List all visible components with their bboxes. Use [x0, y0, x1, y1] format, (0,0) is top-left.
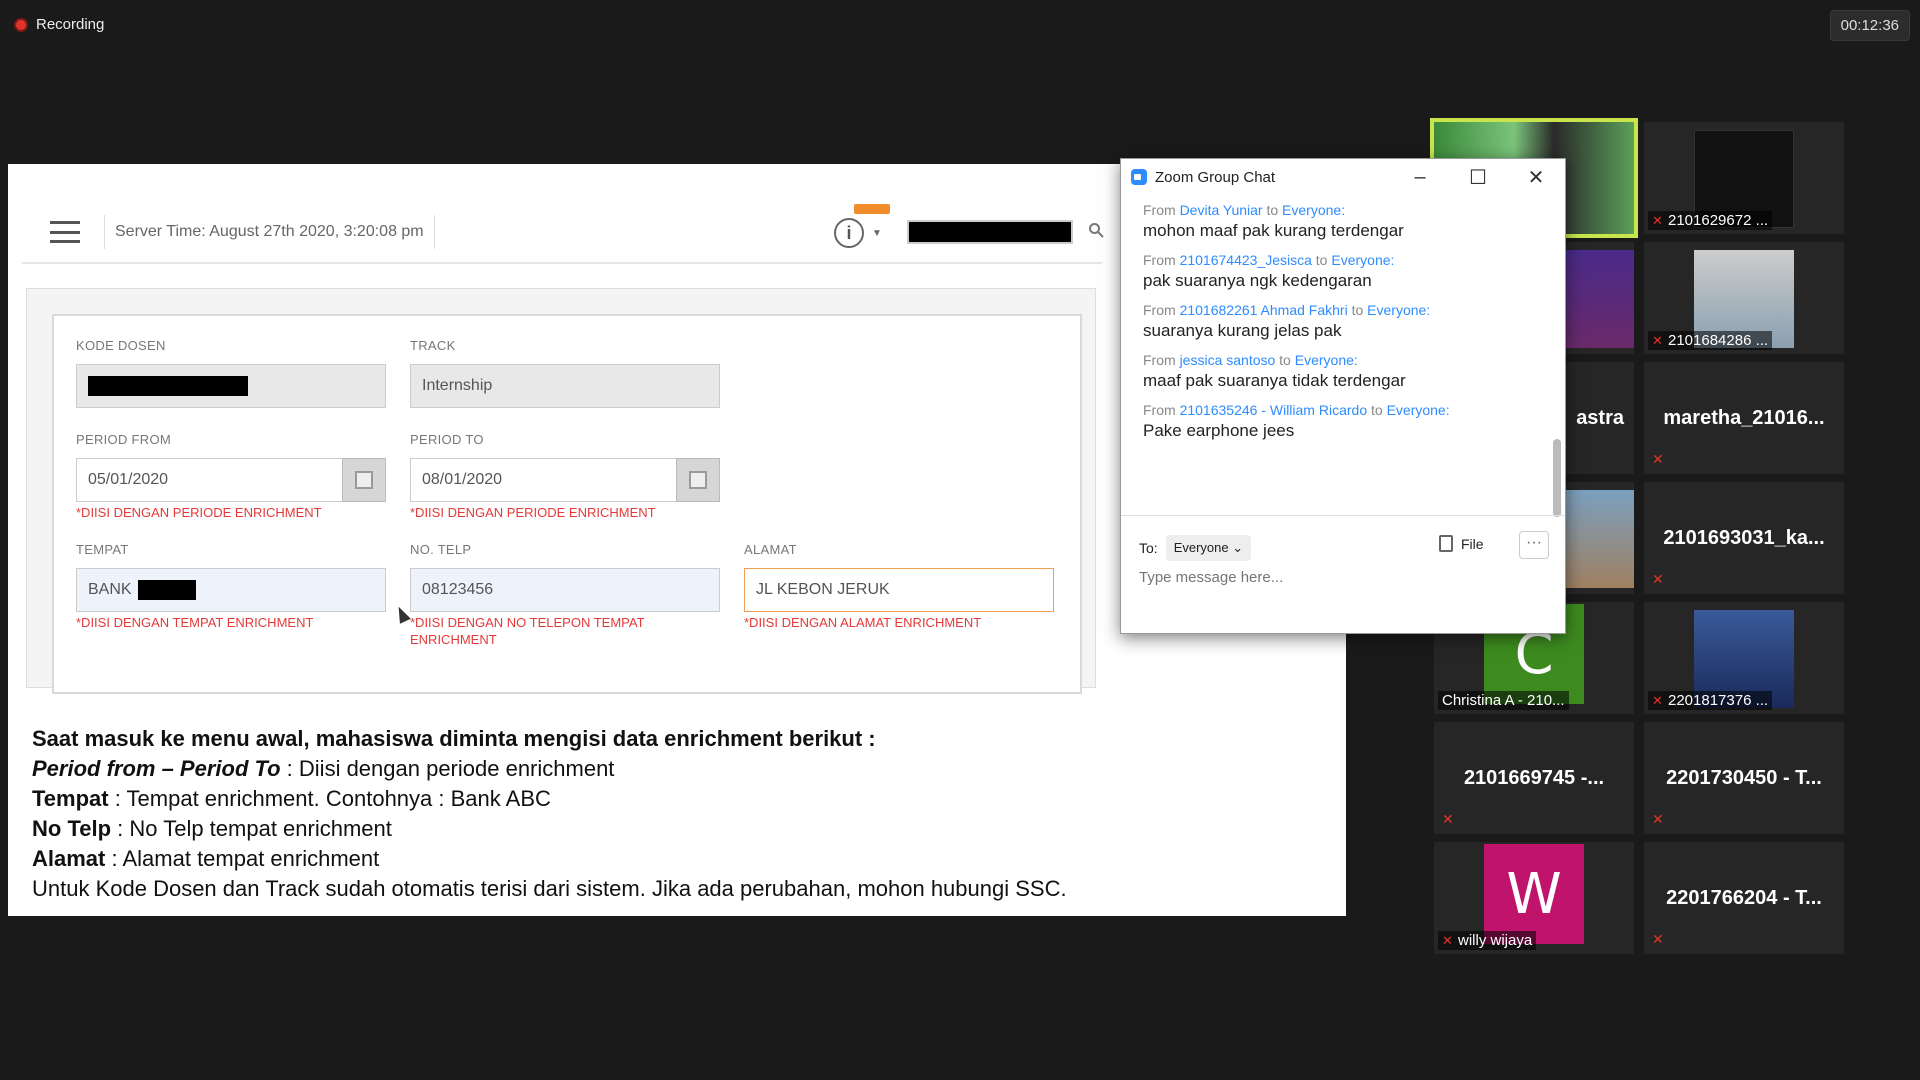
minimize-button[interactable]: – — [1391, 159, 1449, 195]
tempat-label: TEMPAT — [76, 542, 129, 557]
mic-muted-icon: ✕ — [1652, 332, 1663, 348]
redacted-value — [137, 580, 196, 600]
chat-message: From 2101635246 - William Ricardo to Eve… — [1143, 402, 1450, 440]
participant-tile[interactable]: ✕ 2201817376 ... — [1644, 602, 1844, 714]
mic-muted-icon: ✕ — [1652, 811, 1664, 827]
participant-name: 2101669745 -... — [1463, 766, 1605, 789]
calendar-icon[interactable] — [676, 458, 720, 502]
no-telp-input[interactable]: 08123456 — [410, 568, 720, 612]
participant-name: ✕ 2101629672 ... — [1648, 211, 1773, 230]
track-field: Internship — [410, 364, 720, 408]
file-button[interactable]: File — [1439, 535, 1484, 552]
maximize-button[interactable]: ☐ — [1449, 159, 1507, 195]
chat-message: From Devita Yuniar to Everyone: mohon ma… — [1143, 202, 1404, 240]
no-telp-error: *DIISI DENGAN NO TELEPON TEMPAT ENRICHME… — [410, 615, 645, 647]
chat-title: Zoom Group Chat — [1155, 168, 1276, 186]
slide-instructions: Saat masuk ke menu awal, mahasiswa dimin… — [32, 724, 1067, 904]
participant-name: maretha_21016... — [1663, 406, 1825, 429]
period-to-label: PERIOD TO — [410, 432, 484, 447]
chevron-down-icon[interactable]: ▼ — [872, 228, 882, 239]
meeting-timer: 00:12:36 — [1829, 10, 1910, 41]
kode-dosen-label: KODE DOSEN — [76, 338, 166, 353]
participant-tile[interactable]: 2101669745 -... ✕ — [1434, 722, 1634, 834]
participant-avatar: W — [1484, 844, 1584, 944]
participant-name: ✕ 2101684286 ... — [1648, 331, 1773, 350]
alamat-input[interactable]: JL KEBON JERUK — [744, 568, 1054, 612]
app-header: Server Time: August 27th 2020, 3:20:08 p… — [22, 202, 1104, 264]
server-time: Server Time: August 27th 2020, 3:20:08 p… — [115, 223, 424, 240]
mic-muted-icon: ✕ — [1652, 571, 1664, 587]
participant-name: 2201766204 - T... — [1666, 886, 1822, 909]
instruction-line: Tempat : Tempat enrichment. Contohnya : … — [32, 786, 551, 811]
period-from-error: *DIISI DENGAN PERIODE ENRICHMENT — [76, 505, 322, 520]
instruction-line: Untuk Kode Dosen dan Track sudah otomati… — [32, 876, 1067, 901]
mic-muted-icon: ✕ — [1652, 692, 1663, 708]
no-telp-label: NO. TELP — [410, 542, 472, 557]
info-icon[interactable]: i — [834, 218, 864, 248]
tempat-input[interactable]: BANK — [76, 568, 386, 612]
participant-tile[interactable]: ✕ 2101684286 ... — [1644, 242, 1844, 354]
chevron-down-icon: ⌄ — [1232, 540, 1244, 555]
participant-video — [1564, 250, 1634, 348]
instruction-heading: Saat masuk ke menu awal, mahasiswa dimin… — [32, 726, 876, 751]
enrichment-form: KODE DOSEN TRACK Internship PERIOD FROM … — [52, 314, 1082, 694]
redacted-value — [88, 376, 248, 396]
instruction-line: Period from – Period To : Diisi dengan p… — [32, 756, 615, 781]
recipient-dropdown[interactable]: Everyone ⌄ — [1165, 535, 1252, 561]
recording-indicator[interactable]: Recording — [14, 16, 104, 33]
period-to-error: *DIISI DENGAN PERIODE ENRICHMENT — [410, 505, 656, 520]
participant-tile[interactable]: 2201766204 - T... ✕ — [1644, 842, 1844, 954]
search-icon[interactable] — [1088, 222, 1104, 238]
participant-name: 2101693031_ka... — [1663, 526, 1825, 549]
period-from-input[interactable]: 05/01/2020 — [76, 458, 344, 502]
alamat-error: *DIISI DENGAN ALAMAT ENRICHMENT — [744, 615, 982, 630]
mic-muted-icon: ✕ — [1442, 811, 1454, 827]
alamat-label: ALAMAT — [744, 542, 797, 557]
recipient-selector: To: Everyone ⌄ — [1139, 535, 1252, 561]
calendar-icon[interactable] — [342, 458, 386, 502]
participant-tile[interactable]: maretha_21016... ✕ — [1644, 362, 1844, 474]
more-options-button[interactable]: ··· — [1519, 531, 1549, 559]
record-icon — [14, 17, 28, 32]
close-button[interactable]: ✕ — [1507, 159, 1565, 195]
mic-muted-icon: ✕ — [1652, 212, 1663, 228]
to-label: To: — [1139, 540, 1158, 556]
participant-tile[interactable]: W ✕ willy wijaya — [1434, 842, 1634, 954]
mic-muted-icon: ✕ — [1652, 451, 1664, 467]
participant-tile[interactable]: 2101693031_ka... ✕ — [1644, 482, 1844, 594]
period-from-label: PERIOD FROM — [76, 432, 172, 447]
recording-label: Recording — [36, 16, 105, 33]
instruction-line: No Telp : No Telp tempat enrichment — [32, 816, 392, 841]
participant-name: ✕ willy wijaya — [1438, 931, 1537, 950]
period-to-input[interactable]: 08/01/2020 — [410, 458, 678, 502]
zoom-icon — [1131, 169, 1147, 185]
group-chat-window: Zoom Group Chat – ☐ ✕ From Devita Yuniar… — [1120, 158, 1566, 634]
mic-muted-icon: ✕ — [1442, 932, 1453, 948]
chat-scrollbar[interactable] — [1553, 199, 1561, 519]
track-label: TRACK — [410, 338, 456, 353]
participant-name: 2201730450 - T... — [1666, 766, 1822, 789]
participant-tile[interactable]: 2201730450 - T... ✕ — [1644, 722, 1844, 834]
kode-dosen-field — [76, 364, 386, 408]
chat-message-input[interactable] — [1139, 569, 1539, 586]
tempat-error: *DIISI DENGAN TEMPAT ENRICHMENT — [76, 615, 314, 630]
participant-tile[interactable]: ✕ 2101629672 ... — [1644, 122, 1844, 234]
participant-name: Christina A - 210... — [1438, 691, 1569, 710]
instruction-line: Alamat : Alamat tempat enrichment — [32, 846, 380, 871]
menu-icon[interactable] — [50, 221, 80, 243]
chat-message: From jessica santoso to Everyone: maaf p… — [1143, 352, 1406, 390]
mic-muted-icon: ✕ — [1652, 931, 1664, 947]
participant-video — [1564, 490, 1634, 588]
chat-message: From 2101682261 Ahmad Fakhri to Everyone… — [1143, 302, 1431, 340]
participant-name: ✕ 2201817376 ... — [1648, 691, 1773, 710]
redacted-user-field — [907, 220, 1073, 244]
notification-badge — [854, 204, 890, 214]
tempat-value: BANK — [88, 581, 132, 598]
chat-messages: From Devita Yuniar to Everyone: mohon ma… — [1121, 195, 1551, 515]
file-icon — [1439, 535, 1453, 552]
chat-message: From 2101674423_Jesisca to Everyone: pak… — [1143, 252, 1395, 290]
